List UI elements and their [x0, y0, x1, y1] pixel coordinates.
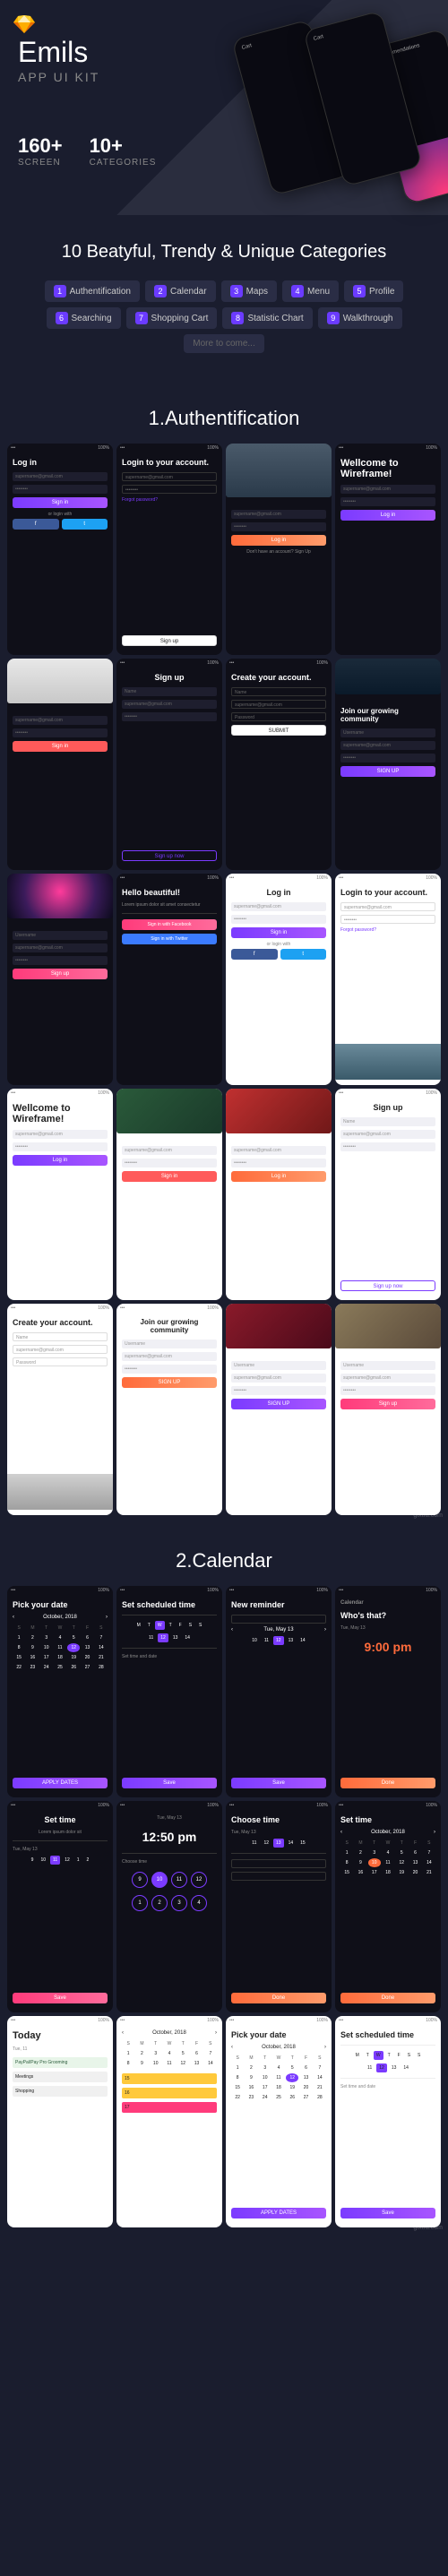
screen-wellcome-light[interactable]: •••100%Wellcome to Wireframe!supername@g… [7, 1089, 113, 1300]
hero-title: Emils [18, 36, 88, 69]
screen-create-light[interactable]: •••100%Create your account.Namesupername… [7, 1304, 113, 1515]
screen-login-image[interactable]: supername@gmail.com••••••••Log inDon't h… [226, 444, 332, 655]
screen-login-light[interactable]: •••100%Log insupername@gmail.com••••••••… [226, 874, 332, 1085]
tw-button: t [62, 519, 108, 530]
screen-leaf[interactable]: supername@gmail.com••••••••Sign in [116, 1089, 222, 1300]
screen-1250[interactable]: •••100%Tue, May 1312:50 pmChoose time910… [116, 1801, 222, 2012]
watermark: gfxtra.com [413, 1512, 443, 1519]
pill-maps[interactable]: 3Maps [221, 280, 277, 302]
pill-menu[interactable]: 4Menu [282, 280, 339, 302]
screen-wellcome[interactable]: •••100%Wellcome to Wireframe!supername@g… [335, 444, 441, 655]
screen-cal-yellow[interactable]: •••100%‹October, 2018›SMTWTFS12345678910… [116, 2016, 222, 2227]
screen-set-scheduled-light[interactable]: •••100%Set scheduled timeMTWTFSS11121314… [335, 2016, 441, 2227]
stat-screens-n: 160+ [18, 134, 63, 158]
screen-signup-dark[interactable]: •••100%Sign upNamesupername@gmail.com•••… [116, 659, 222, 870]
screen-login-account-light[interactable]: •••100%Login to your account.supername@g… [335, 874, 441, 1085]
categories-section: 10 Beatyful, Trendy & Unique Categories … [0, 215, 448, 380]
screen-settime-2[interactable]: •••100%Set time‹October, 2018›SMTWTFS123… [335, 1801, 441, 2012]
screen-pick-date-dark[interactable]: •••100%Pick your date‹October, 2018›SMTW… [7, 1586, 113, 1797]
sketch-icon [13, 13, 35, 35]
screen-jelly[interactable]: Usernamesupername@gmail.com••••••••Sign … [7, 874, 113, 1085]
screen-whos-that[interactable]: •••100%CalendarWho's that?Tue, May 139:0… [335, 1586, 441, 1797]
screen-vr[interactable]: Usernamesupername@gmail.com••••••••SIGN … [226, 1304, 332, 1515]
screen-hello[interactable]: •••100%Hello beautiful!Lorem ipsum dolor… [116, 874, 222, 1085]
screen-new-reminder[interactable]: •••100%New reminder‹Tue, May 13›10111213… [226, 1586, 332, 1797]
screen-login-dark[interactable]: •••100%Log insupername@gmail.com••••••••… [7, 444, 113, 655]
section-cal-title: 2.Calendar [0, 1522, 448, 1586]
screen-join-dark[interactable]: Join our growing communityUsernamesupern… [335, 659, 441, 870]
pill-stats[interactable]: 8Statistic Chart [222, 307, 312, 329]
auth-grid-1: •••100%Log insupername@gmail.com••••••••… [0, 444, 448, 1522]
screen-join-light[interactable]: •••100%Join our growing communityUsernam… [116, 1304, 222, 1515]
watermark-2: gfxtra.com [413, 2225, 443, 2231]
screen-signup-light[interactable]: •••100%Sign upNamesupername@gmail.com•••… [335, 1089, 441, 1300]
pill-calendar[interactable]: 2Calendar [145, 280, 216, 302]
screen-pick-date-light[interactable]: •••100%Pick your date‹October, 2018›SMTW… [226, 2016, 332, 2227]
pill-auth[interactable]: 1Authentification [45, 280, 140, 302]
screen-set-scheduled-dark[interactable]: •••100%Set scheduled timeMTWTFSS11121314… [116, 1586, 222, 1797]
stat-cats-n: 10+ [90, 134, 157, 158]
pill-search[interactable]: 6Searching [47, 307, 121, 329]
fb-button: f [13, 519, 59, 530]
hero-phones: Cart Cart Recommendations [233, 9, 448, 206]
screen-today-light[interactable]: •••100%TodayTue, 11PayPal/Pay Pro Groomi… [7, 2016, 113, 2227]
hero-subtitle: APP UI KIT [18, 70, 99, 84]
section-auth-title: 1.Authentification [0, 380, 448, 444]
screen-settime-1[interactable]: •••100%Set timeLorem ipsum dolor sitTue,… [7, 1801, 113, 2012]
screen-choose-time[interactable]: •••100%Choose timeTue, May 131112131415D… [226, 1801, 332, 2012]
cal-grid-1: •••100%Pick your date‹October, 2018›SMTW… [0, 1586, 448, 2235]
screen-login-account[interactable]: •••100%Login to your account.supername@g… [116, 444, 222, 655]
hero-stats: 160+SCREEN 10+CATEGORIES [18, 134, 156, 168]
pill-walk[interactable]: 9Walkthrough [318, 307, 402, 329]
pill-cart[interactable]: 7Shopping Cart [126, 307, 218, 329]
screen-camera-red[interactable]: supername@gmail.com••••••••Log in [226, 1089, 332, 1300]
screen-create-dark[interactable]: •••100%Create your account.Namesupername… [226, 659, 332, 870]
category-pills: 1Authentification 2Calendar 3Maps 4Menu … [18, 280, 430, 353]
screen-lion[interactable]: Usernamesupername@gmail.com••••••••Sign … [335, 1304, 441, 1515]
categories-title: 10 Beatyful, Trendy & Unique Categories [18, 242, 430, 263]
pill-more: More to come... [184, 334, 263, 353]
hero-banner: Emils APP UI KIT 160+SCREEN 10+CATEGORIE… [0, 0, 448, 215]
pill-profile[interactable]: 5Profile [344, 280, 403, 302]
screen-signup-lamp[interactable]: supername@gmail.com••••••••Sign in [7, 659, 113, 870]
